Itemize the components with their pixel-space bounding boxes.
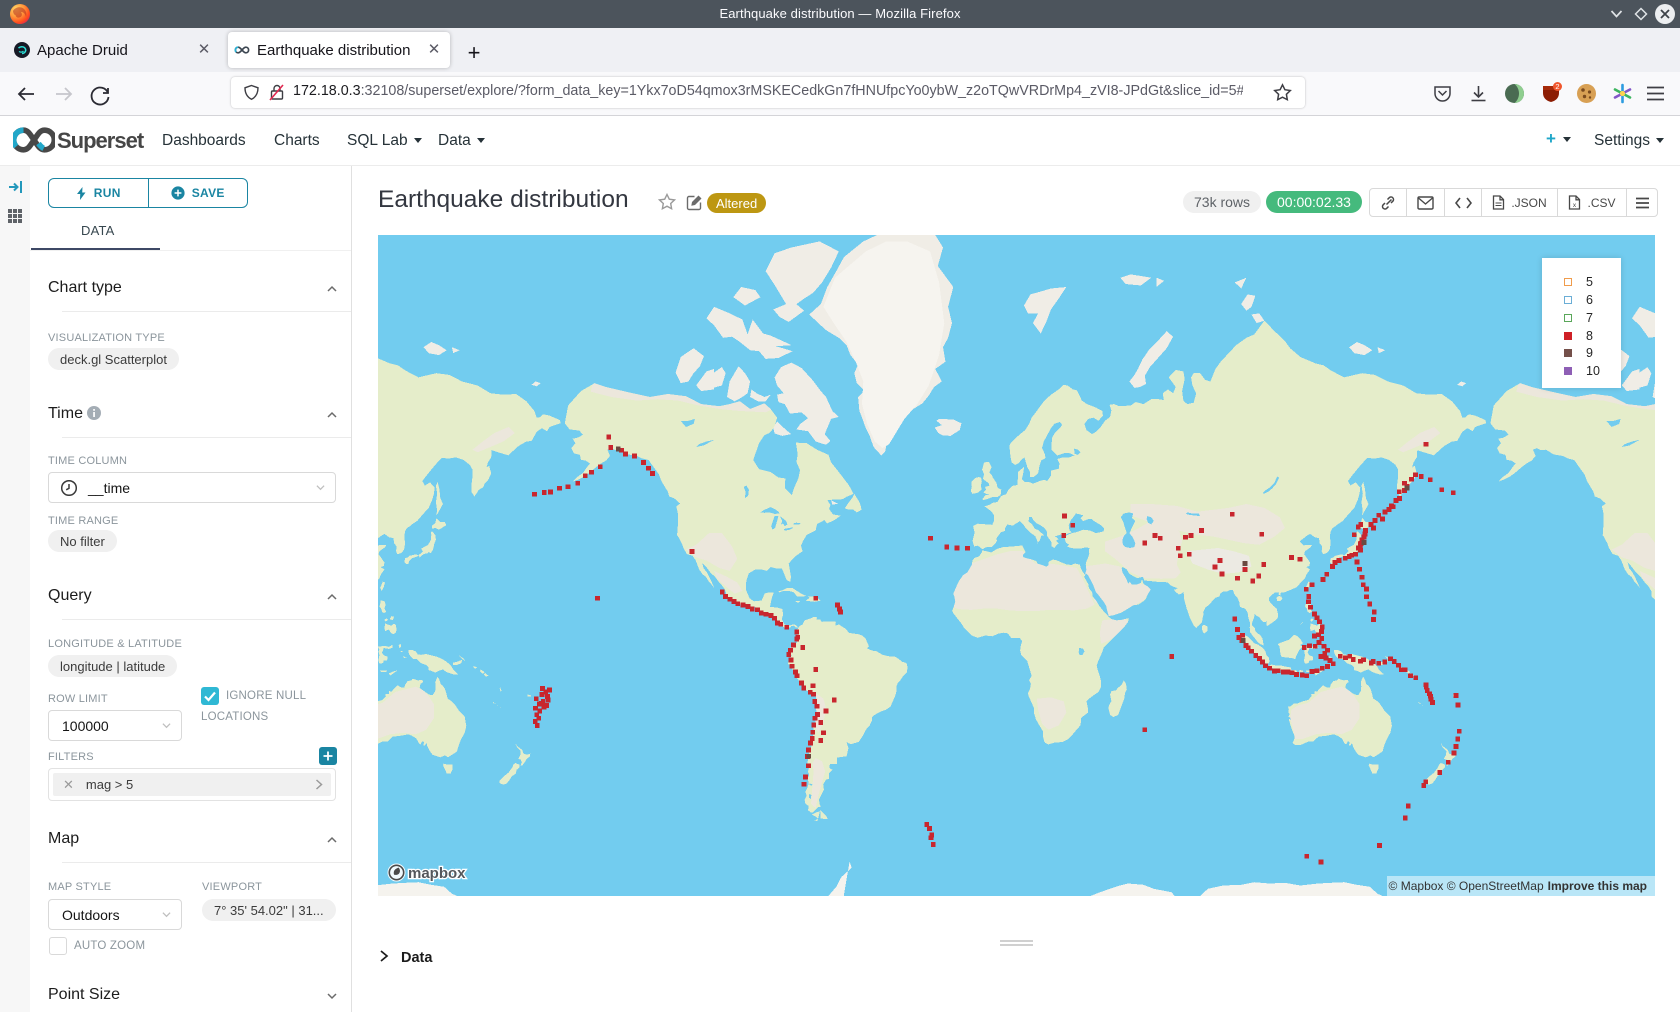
svg-text:x: x <box>1573 202 1577 209</box>
svg-text:mapbox: mapbox <box>408 865 466 882</box>
svg-text:2: 2 <box>1555 82 1559 91</box>
